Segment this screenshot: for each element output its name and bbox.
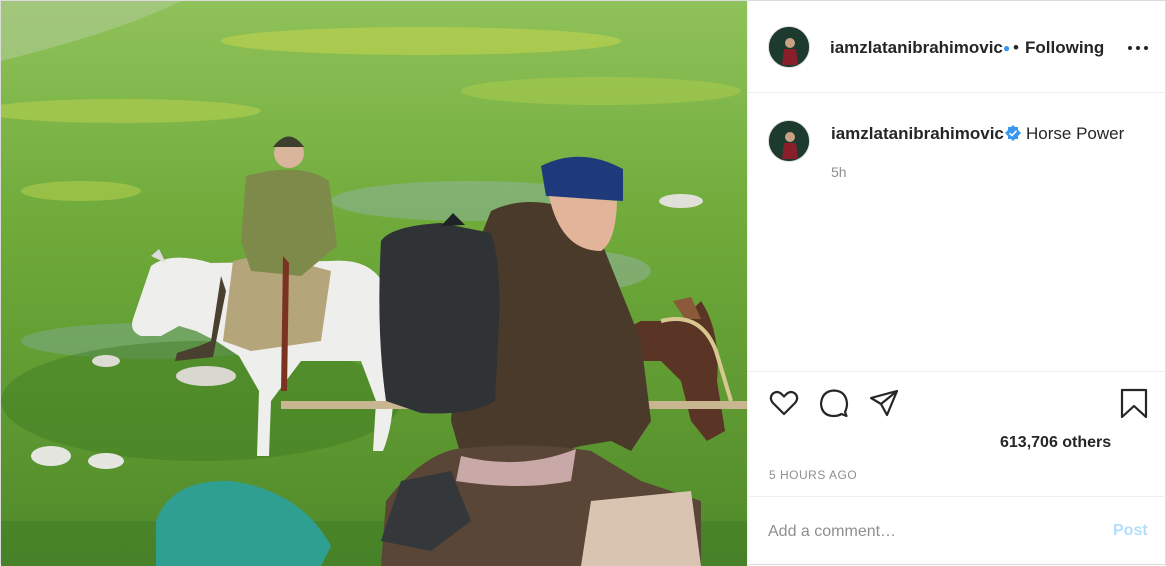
post-timestamp[interactable]: 5 HOURS AGO — [769, 468, 857, 482]
post-photo-image — [1, 1, 747, 566]
caption-avatar[interactable] — [768, 120, 810, 162]
bookmark-icon[interactable] — [1118, 387, 1150, 419]
post-photo[interactable] — [1, 1, 747, 566]
heart-icon[interactable] — [768, 387, 800, 419]
more-options-icon[interactable] — [1126, 38, 1150, 58]
post-comment-button[interactable]: Post — [1113, 522, 1148, 540]
avatar-image — [769, 121, 809, 161]
header-separator: • — [1013, 38, 1019, 57]
following-button[interactable]: Following — [1025, 38, 1104, 58]
likes-count[interactable]: 613,706 others — [1000, 434, 1111, 452]
post-sidebar: iamzlatanibrahimovic ● • Following iamzl… — [747, 1, 1166, 566]
post-dialog: iamzlatanibrahimovic ● • Following iamzl… — [0, 0, 1166, 566]
header-username[interactable]: iamzlatanibrahimovic — [830, 38, 1003, 58]
caption-username[interactable]: iamzlatanibrahimovic — [831, 124, 1004, 144]
post-header: iamzlatanibrahimovic ● • Following — [748, 1, 1166, 93]
share-icon[interactable] — [868, 387, 900, 419]
avatar-image — [769, 27, 809, 67]
comment-icon[interactable] — [818, 387, 850, 419]
caption-text: Horse Power — [1026, 124, 1125, 143]
author-avatar[interactable] — [768, 26, 810, 68]
comment-bar: Post — [748, 496, 1166, 566]
comment-input[interactable] — [768, 519, 1078, 545]
verified-badge-icon — [1005, 125, 1021, 141]
caption-time[interactable]: 5h — [831, 164, 847, 180]
verified-badge-icon: ● — [1003, 41, 1011, 55]
